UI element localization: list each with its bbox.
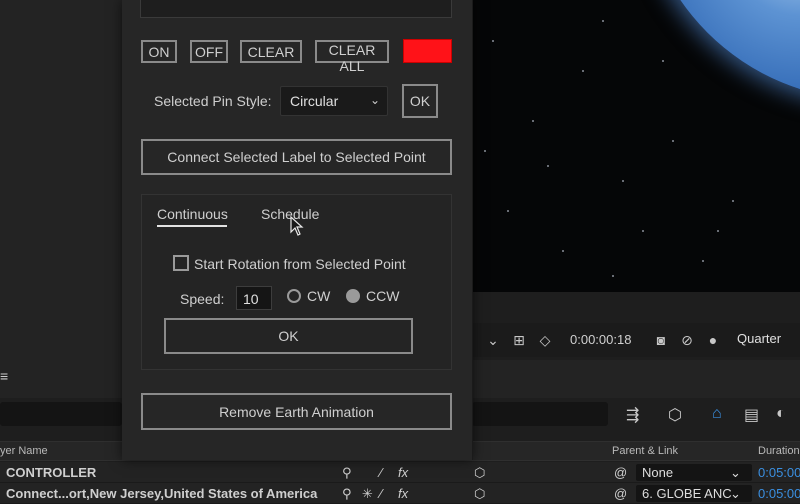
pin-color-swatch[interactable] [403, 39, 452, 63]
clear-button[interactable]: CLEAR [240, 40, 302, 63]
mouse-cursor-icon [290, 216, 304, 236]
pin-style-select[interactable]: Circular ⌄ [280, 86, 388, 116]
connect-label-button[interactable]: Connect Selected Label to Selected Point [141, 139, 452, 175]
mask-visibility-icon[interactable]: ◇ [536, 331, 554, 349]
chevron-down-icon: ⌄ [369, 93, 380, 107]
resolution-select[interactable]: Quarter [737, 331, 781, 346]
viewer-toolbar: ⌄ ⊞ ◇ 0:00:00:18 ◙ ⊘ ● Quarter [472, 323, 800, 357]
timeline-search-field[interactable] [472, 402, 608, 426]
effects-switch-icon[interactable]: fx [398, 465, 408, 480]
duration-header[interactable]: Duration [758, 445, 800, 457]
parent-value: None [642, 465, 674, 480]
composition-viewer[interactable] [472, 0, 800, 292]
layer-name-header[interactable]: yer Name [0, 445, 48, 457]
layer-name[interactable]: Connect...ort,New Jersey,United States o… [6, 486, 317, 501]
ccw-radio[interactable] [346, 289, 360, 303]
duration-value[interactable]: 0:05:00 [758, 465, 800, 480]
shy-switch-icon[interactable]: ⚲ [342, 465, 352, 481]
current-time-display[interactable]: 0:00:00:18 [570, 332, 631, 347]
start-rotation-label: Start Rotation from Selected Point [194, 256, 406, 272]
cw-label: CW [307, 288, 331, 304]
frame-blending-icon[interactable]: ⌂ [712, 405, 722, 423]
speed-input[interactable]: 10 [236, 286, 272, 310]
menu-icon[interactable]: ≡ [0, 368, 8, 384]
color-channels-icon[interactable]: ● [704, 331, 722, 349]
on-button[interactable]: ON [141, 40, 177, 63]
ccw-label: CCW [366, 288, 400, 304]
effects-switch-icon[interactable]: fx [398, 486, 408, 501]
earth-globe [640, 0, 800, 100]
tab-continuous[interactable]: Continuous [157, 206, 228, 222]
parent-select[interactable]: None ⌄ [636, 464, 752, 481]
project-panel-background [0, 0, 122, 360]
flowchart-icon[interactable]: ⇶ [626, 405, 639, 425]
pickwhip-icon[interactable]: @ [614, 465, 627, 480]
graph-editor-icon[interactable]: ◐ [776, 405, 786, 423]
quality-switch-icon[interactable]: ∕ [380, 465, 382, 480]
layer-name[interactable]: CONTROLLER [6, 465, 96, 480]
off-button[interactable]: OFF [190, 40, 228, 63]
table-row[interactable]: CONTROLLER ⚲ ∕ fx ⬡ @ None ⌄ 0:05:00 [0, 462, 800, 483]
layer-search-field[interactable] [0, 402, 122, 426]
chevron-down-icon: ⌄ [730, 465, 741, 480]
chevron-down-icon[interactable]: ⌄ [484, 331, 502, 349]
camera-snapshot-icon[interactable]: ◙ [652, 331, 670, 349]
grid-guides-icon[interactable]: ⊞ [510, 331, 528, 349]
pin-style-ok-button[interactable]: OK [402, 84, 438, 118]
motion-blur-icon[interactable]: ▤ [744, 405, 759, 425]
active-tab-indicator [157, 225, 227, 227]
pin-style-label: Selected Pin Style: [154, 93, 272, 109]
quality-switch-icon[interactable]: ∕ [380, 486, 382, 501]
table-row[interactable]: Connect...ort,New Jersey,United States o… [0, 483, 800, 504]
show-snapshot-icon[interactable]: ⊘ [678, 331, 696, 349]
duration-value[interactable]: 0:05:00 [758, 486, 800, 501]
label-text-area[interactable] [140, 0, 452, 18]
pickwhip-icon[interactable]: @ [614, 486, 627, 501]
clear-all-button[interactable]: CLEAR ALL [315, 40, 389, 74]
parent-link-header[interactable]: Parent & Link [612, 445, 678, 457]
parent-value: 6. GLOBE ANC [642, 486, 732, 501]
pin-style-value: Circular [290, 93, 339, 109]
rotation-ok-button[interactable]: OK [164, 318, 413, 354]
3d-layer-icon[interactable]: ⬡ [474, 465, 485, 481]
start-rotation-checkbox[interactable] [173, 255, 189, 271]
draft-3d-icon[interactable]: ⬡ [668, 405, 682, 425]
remove-earth-animation-button[interactable]: Remove Earth Animation [141, 393, 452, 430]
speed-label: Speed: [180, 291, 225, 307]
parent-select[interactable]: 6. GLOBE ANC ⌄ [636, 485, 752, 502]
cw-radio[interactable] [287, 289, 301, 303]
